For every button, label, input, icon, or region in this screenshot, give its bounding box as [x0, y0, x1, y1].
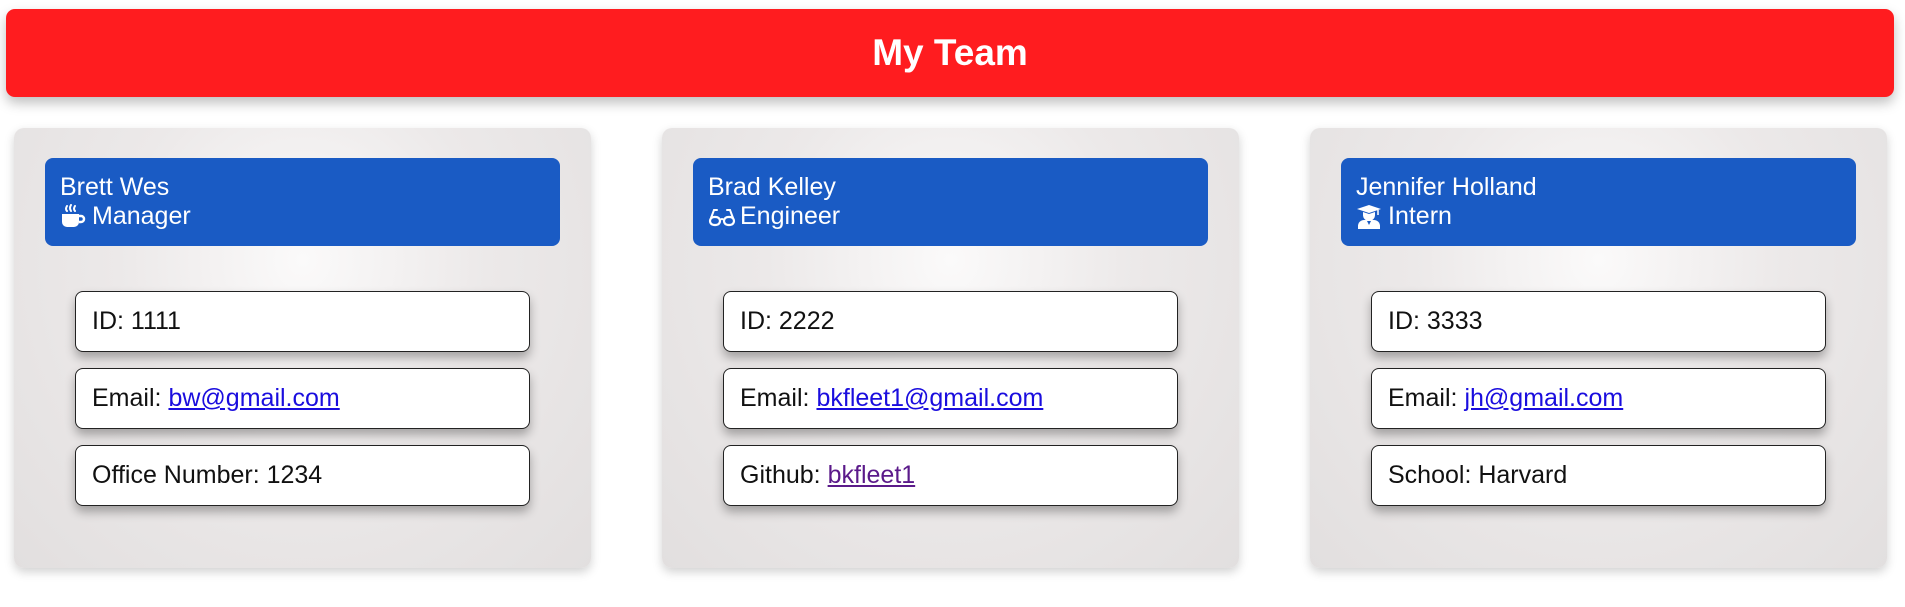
- employee-name: Brad Kelley: [708, 173, 836, 201]
- id-value: ID: 2222: [740, 307, 835, 335]
- role-label: Intern: [1388, 202, 1452, 230]
- email-label: Email:: [740, 384, 810, 412]
- id-field: ID: 2222: [723, 291, 1178, 352]
- glasses-icon: [708, 204, 736, 230]
- office-number-value: Office Number: 1234: [92, 461, 323, 489]
- id-value: ID: 3333: [1388, 307, 1483, 335]
- github-link[interactable]: bkfleet1: [828, 461, 916, 490]
- team-cards: Brett Wes Manager ID: 1111 Email: bw@gma…: [0, 0, 1905, 607]
- email-field: Email: bkfleet1@gmail.com: [723, 368, 1178, 429]
- card-header: Brad Kelley Engineer: [693, 158, 1208, 246]
- email-link[interactable]: bw@gmail.com: [168, 384, 339, 413]
- email-field: Email: bw@gmail.com: [75, 368, 530, 429]
- email-label: Email:: [1388, 384, 1458, 412]
- id-value: ID: 1111: [92, 307, 181, 335]
- school-value: School: Harvard: [1388, 461, 1568, 489]
- coffee-icon: [60, 203, 86, 230]
- employee-role: Intern: [1356, 202, 1856, 231]
- employee-card-manager: Brett Wes Manager ID: 1111 Email: bw@gma…: [14, 128, 591, 568]
- id-field: ID: 1111: [75, 291, 530, 352]
- employee-card-engineer: Brad Kelley Engineer ID: 2222 Email: bkf…: [662, 128, 1239, 568]
- employee-role: Manager: [60, 202, 560, 231]
- id-field: ID: 3333: [1371, 291, 1826, 352]
- office-number-field: Office Number: 1234: [75, 445, 530, 506]
- employee-name: Brett Wes: [60, 173, 170, 201]
- github-field: Github: bkfleet1: [723, 445, 1178, 506]
- email-label: Email:: [92, 384, 162, 412]
- graduate-icon: [1356, 204, 1382, 230]
- email-field: Email: jh@gmail.com: [1371, 368, 1826, 429]
- employee-role: Engineer: [708, 202, 1208, 231]
- email-link[interactable]: bkfleet1@gmail.com: [816, 384, 1043, 413]
- card-header: Brett Wes Manager: [45, 158, 560, 246]
- employee-name: Jennifer Holland: [1356, 173, 1537, 201]
- role-label: Manager: [92, 202, 191, 230]
- school-field: School: Harvard: [1371, 445, 1826, 506]
- employee-card-intern: Jennifer Holland Intern ID: 3333 Email:: [1310, 128, 1887, 568]
- email-link[interactable]: jh@gmail.com: [1464, 384, 1623, 413]
- role-label: Engineer: [740, 202, 841, 230]
- github-label: Github:: [740, 461, 821, 489]
- card-header: Jennifer Holland Intern: [1341, 158, 1856, 246]
